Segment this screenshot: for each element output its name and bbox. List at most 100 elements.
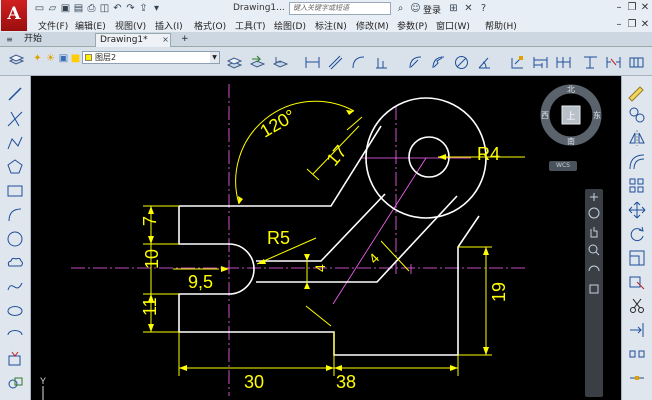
join-icon[interactable] <box>628 369 646 387</box>
ellipse-arc-icon[interactable] <box>6 326 24 344</box>
rotate-icon[interactable] <box>628 225 646 243</box>
compass-south[interactable]: 南 <box>567 136 575 146</box>
menu-parametric[interactable]: 参数(P) <box>397 19 427 32</box>
menu-window[interactable]: 窗口(W) <box>436 19 470 32</box>
match-layer-icon[interactable] <box>250 55 265 70</box>
menu-help[interactable]: 帮助(H) <box>485 19 517 32</box>
radius-dimension-icon[interactable] <box>408 55 423 70</box>
array-icon[interactable] <box>628 177 646 195</box>
new-tab-button[interactable]: + <box>177 33 191 47</box>
share-icon[interactable]: ⇪ <box>138 3 149 14</box>
dim-r5: R5 <box>267 228 290 248</box>
break-icon[interactable] <box>628 345 646 363</box>
ordinate-dimension-icon[interactable] <box>374 55 389 70</box>
exchange-icon[interactable]: ✕ <box>463 3 474 14</box>
wcs-menu[interactable]: WCS <box>549 161 577 171</box>
menu-edit[interactable]: 编辑(E) <box>75 19 106 32</box>
dimension-space-icon[interactable] <box>583 55 598 70</box>
layer-previous-icon[interactable] <box>273 55 288 70</box>
line-tool-icon[interactable] <box>6 85 24 103</box>
save-icon[interactable]: ▣ <box>60 3 71 14</box>
lock-icon[interactable]: ▣ <box>58 53 69 64</box>
save-as-icon[interactable]: ▤ <box>73 3 84 14</box>
arc-length-icon[interactable] <box>351 55 366 70</box>
compass-west[interactable]: 西 <box>541 111 549 120</box>
move-icon[interactable] <box>628 201 646 219</box>
quick-access-dropdown-icon[interactable]: ▾ <box>151 3 162 14</box>
plot-icon[interactable]: ◫ <box>99 3 110 14</box>
compass-north[interactable]: 北 <box>567 85 575 94</box>
mirror-icon[interactable] <box>628 129 646 147</box>
menu-format[interactable]: 格式(O) <box>194 19 226 32</box>
search-input[interactable]: 键入关键字或短语 <box>289 2 391 15</box>
app-logo-button[interactable]: A <box>1 0 27 31</box>
spline-tool-icon[interactable] <box>6 278 24 296</box>
user-icon[interactable]: ☺ <box>410 3 421 14</box>
login-link[interactable]: 登录 <box>423 3 441 16</box>
erase-icon[interactable] <box>628 85 646 103</box>
menu-file[interactable]: 文件(F) <box>38 19 68 32</box>
construction-line-icon[interactable] <box>6 110 24 128</box>
layer-dropdown[interactable]: 图层2 ▼ <box>82 51 220 64</box>
doc-minimize-icon[interactable]: – <box>613 19 625 31</box>
polyline-tool-icon[interactable] <box>6 134 24 152</box>
new-file-icon[interactable]: ▭ <box>34 3 45 14</box>
rectangle-tool-icon[interactable] <box>6 182 24 200</box>
drawing-name: Drawing1... <box>233 3 285 13</box>
copy-icon[interactable] <box>628 106 646 124</box>
ellipse-tool-icon[interactable] <box>6 302 24 320</box>
tab-start[interactable]: 开始 <box>20 33 90 47</box>
baseline-dimension-icon[interactable] <box>533 55 548 70</box>
menu-view[interactable]: 视图(V) <box>115 19 146 32</box>
menu-insert[interactable]: 插入(I) <box>155 19 183 32</box>
linear-dimension-icon[interactable] <box>305 55 320 70</box>
menu-draw[interactable]: 绘图(D) <box>274 19 306 32</box>
diameter-dimension-icon[interactable] <box>454 55 469 70</box>
continue-dimension-icon[interactable] <box>556 55 571 70</box>
jogged-dimension-icon[interactable] <box>431 55 446 70</box>
minimize-icon[interactable]: – <box>613 2 625 14</box>
help-icon[interactable]: ? <box>478 3 489 14</box>
circle-tool-icon[interactable] <box>6 230 24 248</box>
undo-icon[interactable]: ↶ <box>112 3 123 14</box>
tab-close-icon[interactable]: × <box>160 34 171 45</box>
redo-icon[interactable]: ↷ <box>125 3 136 14</box>
doc-restore-icon[interactable]: ❐ <box>626 19 638 31</box>
offset-icon[interactable] <box>628 153 646 171</box>
lightbulb-icon[interactable]: ✦ <box>32 53 43 64</box>
sun-icon[interactable]: ☀ <box>45 53 56 64</box>
menu-dimension[interactable]: 标注(N) <box>315 19 347 32</box>
trim-icon[interactable] <box>628 297 646 315</box>
compass-east[interactable]: 东 <box>593 110 601 120</box>
close-icon[interactable]: ✕ <box>639 2 651 14</box>
extend-icon[interactable] <box>628 321 646 339</box>
open-file-icon[interactable]: ▱ <box>47 3 58 14</box>
dimension-break-icon[interactable] <box>606 55 621 70</box>
viewcube[interactable]: 上 北 南 东 西 <box>540 84 602 146</box>
angular-dimension-icon[interactable] <box>477 55 492 70</box>
layer-properties-icon[interactable] <box>9 52 24 67</box>
restore-icon[interactable]: ❐ <box>626 2 638 14</box>
tab-menu-icon[interactable]: ≡ <box>4 34 15 45</box>
make-block-icon[interactable] <box>6 374 24 392</box>
polygon-tool-icon[interactable] <box>6 158 24 176</box>
scale-icon[interactable] <box>628 249 646 267</box>
quick-dimension-icon[interactable] <box>510 55 525 70</box>
make-current-layer-icon[interactable] <box>227 55 242 70</box>
layer-color-icon[interactable]: ■ <box>70 53 81 64</box>
arc-tool-icon[interactable] <box>6 206 24 224</box>
insert-block-icon[interactable] <box>6 350 24 368</box>
menu-modify[interactable]: 修改(M) <box>356 19 389 32</box>
doc-close-icon[interactable]: ✕ <box>639 19 651 31</box>
chevron-down-icon[interactable]: ▼ <box>210 52 219 63</box>
drawing-canvas[interactable]: 120° 17 R4 R5 7 10 9,5 4 4 11 19 30 38 Y <box>31 76 621 400</box>
cart-icon[interactable]: ⊞ <box>448 3 459 14</box>
tolerance-icon[interactable] <box>629 55 644 70</box>
revision-cloud-icon[interactable] <box>6 254 24 272</box>
menu-tools[interactable]: 工具(T) <box>235 19 266 32</box>
aligned-dimension-icon[interactable] <box>328 55 343 70</box>
print-icon[interactable]: ⎙ <box>86 3 97 14</box>
stretch-icon[interactable] <box>628 273 646 291</box>
search-icon[interactable]: ⌕ <box>395 3 406 14</box>
dim-7: 7 <box>140 216 160 226</box>
